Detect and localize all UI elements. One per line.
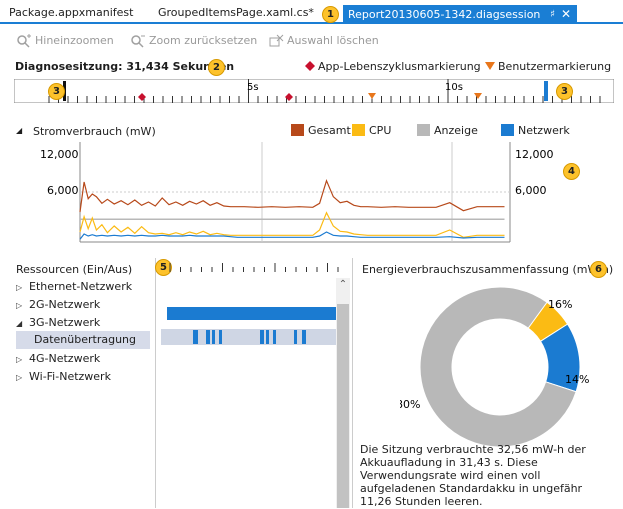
slice-label-netzwerk: 14% bbox=[565, 373, 589, 386]
scroll-up-icon[interactable]: ⌃ bbox=[336, 279, 350, 293]
scrollbar-thumb[interactable] bbox=[337, 304, 349, 508]
zoom-in-icon bbox=[17, 34, 31, 48]
resource-4g[interactable]: ▷ 4G-Netzwerk bbox=[16, 351, 100, 367]
legend-swatch bbox=[291, 124, 304, 136]
resource-2g[interactable]: ▷ 2G-Netzwerk bbox=[16, 297, 100, 313]
clear-selection-button[interactable]: Auswahl löschen bbox=[268, 31, 379, 51]
series-layer bbox=[79, 178, 505, 240]
lifecycle-marker-legend: App-Lebenszyklusmarkierung bbox=[305, 60, 481, 73]
legend-label: CPU bbox=[369, 124, 392, 137]
legend-netzwerk[interactable]: Netzwerk bbox=[501, 124, 570, 138]
donut-slices bbox=[419, 286, 581, 448]
energy-summary-text: Die Sitzung verbrauchte 32,56 mW-h der A… bbox=[360, 443, 586, 508]
resource-3g[interactable]: ◢ 3G-Netzwerk bbox=[16, 315, 100, 331]
callout-badge: 3 bbox=[48, 83, 65, 100]
zoom-reset-icon bbox=[131, 35, 145, 48]
ethernet-bar[interactable] bbox=[167, 307, 336, 320]
tab-report-diagsession[interactable]: Report20130605-1342.diagsession ♯ ✕ bbox=[343, 5, 577, 24]
session-duration-label: Diagnosesitzung: 31,434 Sekunden bbox=[15, 60, 235, 73]
transfer-blip[interactable] bbox=[260, 330, 264, 344]
ruler-tick-label: 5s bbox=[247, 82, 259, 93]
legend-swatch bbox=[352, 124, 365, 136]
user-marker-legend: Benutzermarkierung bbox=[485, 60, 611, 73]
legend-cpu[interactable]: CPU bbox=[352, 124, 391, 138]
transfer-blip[interactable] bbox=[219, 330, 222, 344]
transfer-blip[interactable] bbox=[193, 330, 198, 344]
close-icon[interactable]: ✕ bbox=[561, 5, 571, 24]
expand-triangle-icon[interactable]: ▷ bbox=[16, 352, 29, 368]
y-tick-label-right: 6,000 bbox=[515, 184, 547, 197]
collapse-triangle-icon[interactable]: ◢ bbox=[16, 126, 22, 135]
pin-icon[interactable]: ♯ bbox=[550, 5, 555, 24]
tab-package-appxmanifest[interactable]: Package.appxmanifest bbox=[9, 4, 133, 22]
zoom-in-label: Hineinzoomen bbox=[35, 34, 114, 47]
series-line-cpu bbox=[79, 211, 505, 238]
clear-selection-label: Auswahl löschen bbox=[287, 34, 379, 47]
resource-label: 4G-Netzwerk bbox=[29, 352, 101, 365]
resources-title: Ressourcen (Ein/Aus) bbox=[16, 263, 133, 276]
resource-timeline[interactable] bbox=[156, 258, 350, 358]
resource-label: Wi-Fi-Netzwerk bbox=[29, 370, 111, 383]
y-tick-label: 6,000 bbox=[47, 184, 79, 197]
triangle-down-icon bbox=[485, 62, 495, 70]
diamond-icon bbox=[305, 61, 315, 71]
transfer-blip[interactable] bbox=[212, 330, 215, 344]
timeline-ruler[interactable]: 5s 10s bbox=[14, 79, 614, 103]
legend-label: Netzwerk bbox=[518, 124, 570, 137]
callout-badge: 4 bbox=[563, 163, 580, 180]
resource-label: 2G-Netzwerk bbox=[29, 298, 101, 311]
tab-label: GroupedItemsPage.xaml.cs* bbox=[158, 6, 314, 19]
resource-label: Datenübertragung bbox=[34, 333, 136, 346]
power-chart-title: Stromverbrauch (mW) bbox=[33, 125, 156, 138]
callout-badge: 1 bbox=[322, 6, 339, 23]
power-chart[interactable]: 12,000 6,000 12,000 6,000 bbox=[0, 140, 623, 250]
timeline-mini-ruler bbox=[169, 263, 339, 272]
user-marker-label: Benutzermarkierung bbox=[498, 60, 612, 73]
y-tick-label: 12,000 bbox=[40, 148, 79, 161]
selection-end-handle[interactable] bbox=[544, 81, 548, 101]
ruler-tick-label: 10s bbox=[445, 82, 463, 93]
slice-label-anzeige: 80% bbox=[400, 398, 420, 411]
zoom-reset-label: Zoom zurücksetzen bbox=[149, 34, 258, 47]
tab-grouped-items-page[interactable]: GroupedItemsPage.xaml.cs* bbox=[158, 4, 314, 22]
legend-swatch bbox=[417, 124, 430, 136]
series-line-gesamt bbox=[79, 178, 505, 213]
transfer-blip[interactable] bbox=[266, 330, 269, 344]
resource-data-transfer[interactable]: Datenübertragung bbox=[16, 331, 150, 349]
resource-label: Ethernet-Netzwerk bbox=[29, 280, 133, 293]
resource-wifi[interactable]: ▷ Wi-Fi-Netzwerk bbox=[16, 369, 111, 385]
lifecycle-marker-label: App-Lebenszyklusmarkierung bbox=[318, 60, 481, 73]
callout-badge: 2 bbox=[208, 59, 225, 76]
energy-donut-chart[interactable]: 16% 14% 80% bbox=[400, 275, 600, 450]
legend-label: Gesamt bbox=[308, 124, 351, 137]
collapse-triangle-icon[interactable]: ◢ bbox=[16, 316, 29, 332]
transfer-blip[interactable] bbox=[294, 330, 297, 344]
tab-label: Package.appxmanifest bbox=[9, 6, 134, 19]
transfer-blip[interactable] bbox=[273, 330, 276, 344]
expand-triangle-icon[interactable]: ▷ bbox=[16, 298, 29, 314]
expand-triangle-icon[interactable]: ▷ bbox=[16, 280, 29, 296]
expand-triangle-icon[interactable]: ▷ bbox=[16, 370, 29, 386]
y-tick-label-right: 12,000 bbox=[515, 148, 554, 161]
zoom-in-button[interactable]: Hineinzoomen bbox=[16, 31, 114, 51]
resource-label: 3G-Netzwerk bbox=[29, 316, 101, 329]
resource-ethernet[interactable]: ▷ Ethernet-Netzwerk bbox=[16, 279, 132, 295]
legend-swatch bbox=[501, 124, 514, 136]
callout-badge: 3 bbox=[556, 83, 573, 100]
transfer-blip[interactable] bbox=[206, 330, 210, 344]
legend-anzeige[interactable]: Anzeige bbox=[417, 124, 478, 138]
slice-label-cpu: 16% bbox=[548, 298, 572, 311]
transfer-blip[interactable] bbox=[302, 330, 306, 344]
clear-selection-icon bbox=[269, 34, 284, 47]
legend-gesamt[interactable]: Gesamt bbox=[291, 124, 351, 138]
zoom-reset-button[interactable]: Zoom zurücksetzen bbox=[130, 31, 257, 51]
data-transfer-track bbox=[161, 329, 337, 345]
tab-label: Report20130605-1342.diagsession bbox=[348, 8, 541, 21]
legend-label: Anzeige bbox=[434, 124, 478, 137]
